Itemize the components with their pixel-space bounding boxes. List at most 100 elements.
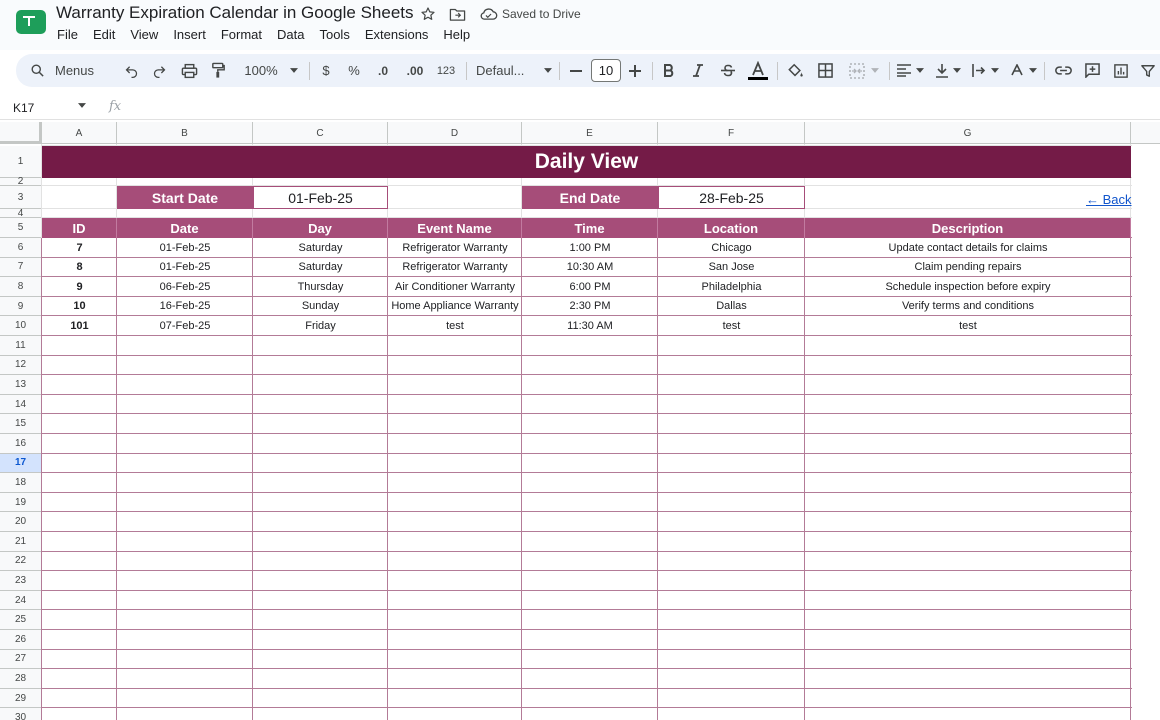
increase-font-size-icon[interactable] — [626, 54, 644, 87]
table-cell-event-name[interactable]: Refrigerator Warranty — [388, 238, 522, 257]
table-cell-id[interactable]: 9 — [42, 277, 117, 296]
table-cell-day[interactable]: Saturday — [253, 258, 388, 277]
borders-icon[interactable] — [814, 54, 836, 87]
number-format-button[interactable]: 123 — [434, 54, 458, 87]
menu-data[interactable]: Data — [277, 27, 304, 42]
menu-insert[interactable]: Insert — [173, 27, 206, 42]
row-header[interactable]: 6 — [0, 238, 42, 258]
table-cell-date[interactable]: 01-Feb-25 — [117, 258, 253, 277]
row-header[interactable]: 18 — [0, 473, 42, 493]
table-cell-event-name[interactable]: test — [388, 316, 522, 335]
table-cell-day[interactable]: Sunday — [253, 297, 388, 316]
cloud-saved-icon[interactable] — [478, 4, 498, 24]
menu-tools[interactable]: Tools — [319, 27, 349, 42]
column-header-b[interactable]: B — [117, 122, 253, 144]
back-link[interactable]: ← Back — [1086, 192, 1132, 207]
row-header[interactable]: 25 — [0, 610, 42, 630]
table-cell-event-name[interactable]: Home Appliance Warranty — [388, 297, 522, 316]
row-header[interactable]: 4 — [0, 208, 42, 219]
table-cell-event-name[interactable]: Refrigerator Warranty — [388, 258, 522, 277]
menu-help[interactable]: Help — [443, 27, 470, 42]
table-cell-day[interactable]: Saturday — [253, 238, 388, 257]
name-box[interactable]: K17 — [13, 101, 34, 115]
select-all-corner[interactable] — [0, 122, 42, 144]
row-header[interactable]: 16 — [0, 434, 42, 454]
move-folder-icon[interactable] — [447, 4, 467, 24]
table-cell-date[interactable]: 01-Feb-25 — [117, 238, 253, 257]
row-header[interactable]: 22 — [0, 551, 42, 572]
menu-edit[interactable]: Edit — [93, 27, 115, 42]
percent-format-button[interactable]: % — [344, 54, 364, 87]
table-cell-description[interactable]: Update contact details for claims — [805, 238, 1131, 257]
row-header[interactable]: 14 — [0, 394, 42, 415]
menu-file[interactable]: File — [57, 27, 78, 42]
row-header[interactable]: 27 — [0, 649, 42, 670]
font-size-input[interactable]: 10 — [591, 59, 621, 82]
filter-icon[interactable] — [1138, 54, 1158, 87]
paint-format-icon[interactable] — [207, 54, 229, 87]
table-cell-location[interactable]: Philadelphia — [658, 277, 805, 296]
decrease-font-size-icon[interactable] — [567, 54, 585, 87]
table-cell-location[interactable]: San Jose — [658, 258, 805, 277]
table-cell-day[interactable]: Thursday — [253, 277, 388, 296]
row-header[interactable]: 13 — [0, 375, 42, 395]
table-cell-event-name[interactable]: Air Conditioner Warranty — [388, 277, 522, 296]
row-header[interactable]: 29 — [0, 688, 42, 709]
row-header[interactable]: 15 — [0, 414, 42, 434]
table-cell-date[interactable]: 07-Feb-25 — [117, 316, 253, 335]
row-header[interactable]: 26 — [0, 630, 42, 650]
font-family-select[interactable]: Defaul... — [476, 54, 552, 87]
sheets-logo-icon[interactable] — [16, 10, 46, 34]
print-icon[interactable] — [178, 54, 200, 87]
currency-format-button[interactable]: $ — [316, 54, 336, 87]
column-header-e[interactable]: E — [522, 122, 658, 144]
italic-icon[interactable] — [688, 54, 708, 87]
redo-icon[interactable] — [148, 54, 170, 87]
column-header-f[interactable]: F — [658, 122, 805, 144]
row-header[interactable]: 7 — [0, 257, 42, 278]
menu-view[interactable]: View — [130, 27, 158, 42]
end-date-value[interactable]: 28-Feb-25 — [658, 186, 805, 209]
row-header[interactable]: 9 — [0, 296, 42, 317]
undo-icon[interactable] — [120, 54, 142, 87]
table-cell-location[interactable]: Dallas — [658, 297, 805, 316]
column-header-a[interactable]: A — [42, 122, 117, 144]
row-header[interactable]: 10 — [0, 316, 42, 336]
table-cell-id[interactable]: 7 — [42, 238, 117, 257]
table-cell-date[interactable]: 06-Feb-25 — [117, 277, 253, 296]
table-cell-id[interactable]: 10 — [42, 297, 117, 316]
zoom-select[interactable]: 100% — [238, 54, 304, 87]
table-cell-id[interactable]: 101 — [42, 316, 117, 335]
table-cell-description[interactable]: Claim pending repairs — [805, 258, 1131, 277]
table-cell-description[interactable]: Schedule inspection before expiry — [805, 277, 1131, 296]
table-cell-description[interactable]: Verify terms and conditions — [805, 297, 1131, 316]
row-header[interactable]: 2 — [0, 176, 42, 187]
table-cell-time[interactable]: 10:30 AM — [522, 258, 658, 277]
text-wrap-icon[interactable] — [969, 54, 1001, 87]
table-cell-time[interactable]: 11:30 AM — [522, 316, 658, 335]
row-header[interactable]: 3 — [0, 186, 42, 209]
horizontal-align-icon[interactable] — [894, 54, 926, 87]
row-header[interactable]: 20 — [0, 512, 42, 532]
search-menus-button[interactable]: Menus — [30, 54, 118, 87]
table-cell-id[interactable]: 8 — [42, 258, 117, 277]
fill-color-icon[interactable] — [784, 54, 806, 87]
table-cell-location[interactable]: test — [658, 316, 805, 335]
row-header[interactable]: 1 — [0, 146, 42, 178]
merge-cells-icon[interactable] — [845, 54, 883, 87]
table-cell-description[interactable]: test — [805, 316, 1131, 335]
row-header[interactable]: 5 — [0, 218, 42, 238]
column-header-c[interactable]: C — [253, 122, 388, 144]
row-header[interactable]: 24 — [0, 590, 42, 611]
document-title[interactable]: Warranty Expiration Calendar in Google S… — [56, 3, 414, 23]
row-header[interactable]: 12 — [0, 355, 42, 376]
menu-format[interactable]: Format — [221, 27, 262, 42]
table-cell-time[interactable]: 6:00 PM — [522, 277, 658, 296]
vertical-align-icon[interactable] — [932, 54, 964, 87]
start-date-value[interactable]: 01-Feb-25 — [253, 186, 388, 209]
menu-extensions[interactable]: Extensions — [365, 27, 429, 42]
column-header-g[interactable]: G — [805, 122, 1131, 144]
row-header[interactable]: 8 — [0, 277, 42, 297]
table-cell-time[interactable]: 1:00 PM — [522, 238, 658, 257]
row-header[interactable]: 17 — [0, 453, 42, 474]
